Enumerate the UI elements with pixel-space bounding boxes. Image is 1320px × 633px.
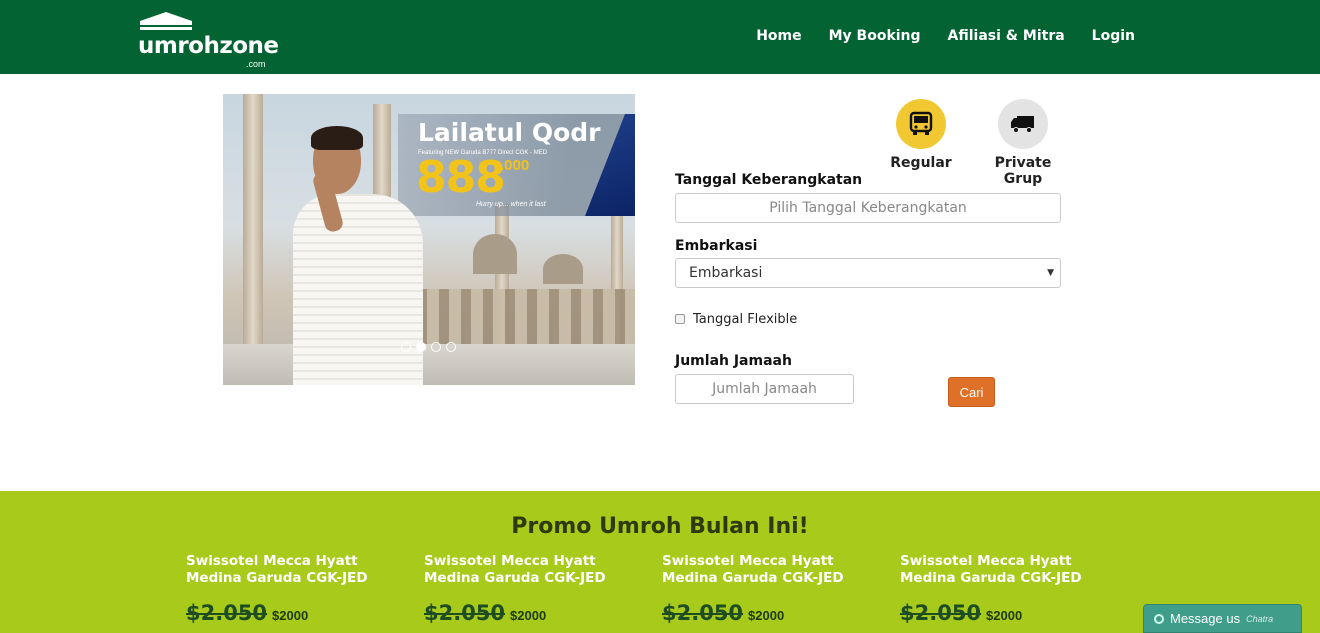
promo-title: Promo Umroh Bulan Ini!: [511, 514, 809, 539]
jamaah-label: Jumlah Jamaah: [675, 353, 792, 369]
carousel-dot-3[interactable]: [431, 342, 441, 352]
promo-card-title: Swissotel Mecca Hyatt Medina Garuda CGK-…: [424, 553, 606, 586]
promo-carousel[interactable]: Lailatul Qodr Featuring NEW Garuda B777 …: [223, 94, 635, 385]
nav-login[interactable]: Login: [1092, 28, 1135, 44]
type-private-grup-label: Private Grup: [994, 155, 1052, 187]
promo-card-price: $2.050 $2000: [662, 601, 872, 625]
chat-brand: Chatra: [1246, 613, 1274, 624]
promo-card[interactable]: Swissotel Mecca Hyatt Medina Garuda CGK-…: [662, 553, 872, 625]
minaret: [243, 94, 263, 344]
nav-afiliasi-mitra[interactable]: Afiliasi & Mitra: [948, 28, 1065, 44]
promo-card-title: Swissotel Mecca Hyatt Medina Garuda CGK-…: [186, 553, 368, 586]
promo-card-title: Swissotel Mecca Hyatt Medina Garuda CGK-…: [662, 553, 844, 586]
carousel-dot-1[interactable]: [401, 342, 411, 352]
date-label: Tanggal Keberangkatan: [675, 172, 863, 188]
type-regular[interactable]: Regular: [876, 99, 966, 171]
date-picker-input[interactable]: Pilih Tanggal Keberangkatan: [675, 193, 1061, 223]
promo-card[interactable]: Swissotel Mecca Hyatt Medina Garuda CGK-…: [186, 553, 396, 625]
caret-down-icon: ▼: [1047, 268, 1054, 278]
banner-title: Lailatul Qodr: [418, 118, 601, 147]
carousel-dot-2[interactable]: [416, 342, 426, 352]
chat-status-icon: [1154, 613, 1164, 624]
truck-icon: [998, 99, 1048, 149]
pilgrim-hair: [311, 126, 363, 150]
promo-card[interactable]: Swissotel Mecca Hyatt Medina Garuda CGK-…: [424, 553, 634, 625]
embarkasi-select[interactable]: Embarkasi ▼: [675, 258, 1061, 288]
old-price: $2.050: [424, 601, 506, 625]
jamaah-input[interactable]: Jumlah Jamaah: [675, 374, 854, 404]
chat-widget[interactable]: Message us Chatra: [1143, 604, 1302, 633]
promo-card-title: Swissotel Mecca Hyatt Medina Garuda CGK-…: [900, 553, 1082, 586]
type-private-grup[interactable]: Private Grup: [978, 99, 1068, 187]
embarkasi-value: Embarkasi: [689, 265, 763, 281]
banner-price: 888: [416, 152, 506, 203]
carousel-dot-4[interactable]: [446, 342, 456, 352]
new-price: $2000: [986, 608, 1023, 623]
banner-price-suffix: .000: [500, 157, 530, 174]
promo-card-price: $2.050 $2000: [186, 601, 396, 625]
new-price: $2000: [748, 608, 785, 623]
old-price: $2.050: [186, 601, 268, 625]
old-price: $2.050: [662, 601, 744, 625]
flexible-date-checkbox[interactable]: [675, 314, 685, 324]
logo-suffix: .com: [246, 59, 266, 69]
bus-icon: [896, 99, 946, 149]
mosque-dome: [543, 254, 583, 284]
mosque-dome: [473, 234, 517, 274]
main-nav: Home My Booking Afiliasi & Mitra Login: [756, 28, 1135, 44]
old-price: $2.050: [900, 601, 982, 625]
promo-section: Promo Umroh Bulan Ini! Swissotel Mecca H…: [0, 491, 1320, 633]
pilgrim-ihram: [293, 194, 423, 385]
promo-card-price: $2.050 $2000: [424, 601, 634, 625]
site-logo[interactable]: umrohzone .com: [136, 11, 279, 69]
banner-tagline: Hurry up... when it last: [476, 201, 546, 208]
embarkasi-label: Embarkasi: [675, 238, 758, 254]
promo-card[interactable]: Swissotel Mecca Hyatt Medina Garuda CGK-…: [900, 553, 1110, 625]
carousel-indicators: [401, 342, 456, 352]
new-price: $2000: [272, 608, 309, 623]
type-regular-label: Regular: [890, 155, 952, 171]
flexible-date-label: Tanggal Flexible: [693, 312, 798, 327]
promo-card-price: $2.050 $2000: [900, 601, 1110, 625]
new-price: $2000: [510, 608, 547, 623]
nav-home[interactable]: Home: [756, 28, 801, 44]
nav-my-booking[interactable]: My Booking: [829, 28, 921, 44]
chat-label: Message us: [1170, 611, 1241, 626]
top-navbar: umrohzone .com Home My Booking Afiliasi …: [0, 0, 1320, 74]
logo-text: umrohzone: [138, 33, 279, 59]
search-button[interactable]: Cari: [948, 377, 995, 407]
